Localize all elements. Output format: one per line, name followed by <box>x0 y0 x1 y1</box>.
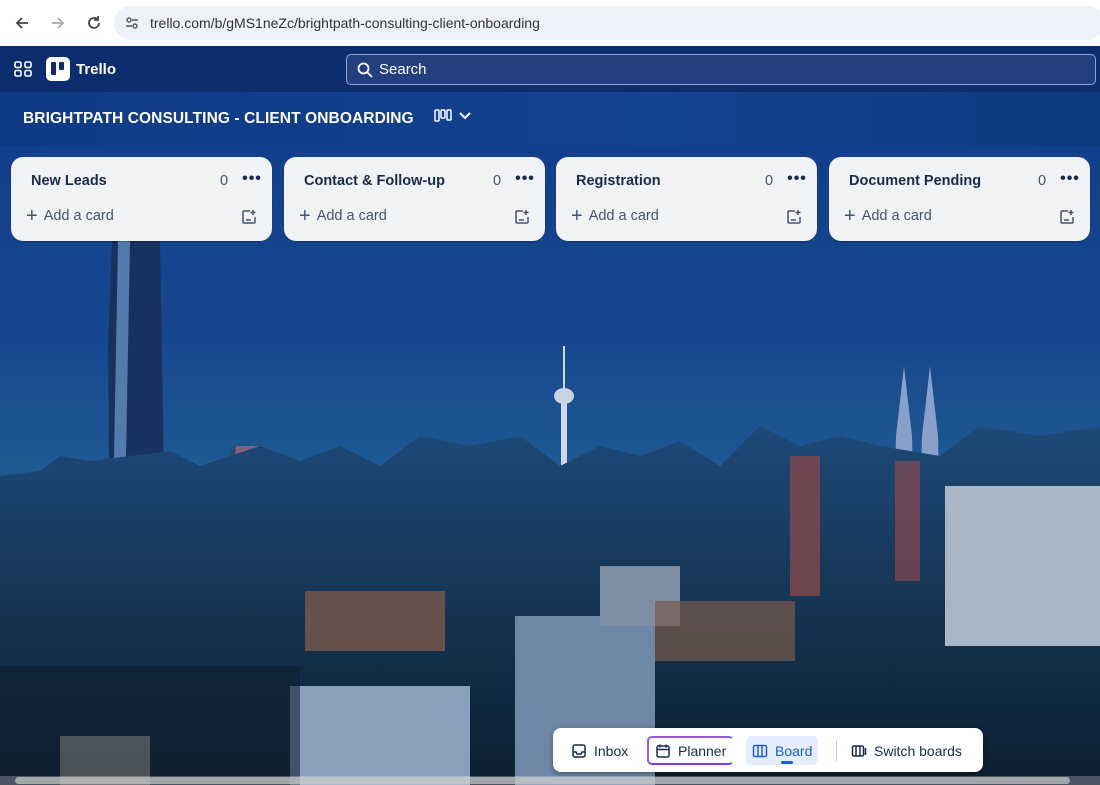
board-title[interactable]: BRIGHTPATH CONSULTING - CLIENT ONBOARDIN… <box>23 110 414 128</box>
board-view-icon <box>434 109 452 122</box>
list-menu-icon[interactable]: ••• <box>1058 169 1082 189</box>
add-card-button[interactable]: + Add a card <box>299 205 387 227</box>
inbox-label: Inbox <box>594 742 629 759</box>
board-header: BRIGHTPATH CONSULTING - CLIENT ONBOARDIN… <box>0 92 1100 146</box>
trello-logo[interactable]: Trello <box>46 57 116 81</box>
list-menu-icon[interactable]: ••• <box>513 169 537 189</box>
list-menu-icon[interactable]: ••• <box>785 169 809 189</box>
board-label: Board <box>775 742 813 759</box>
planner-label: Planner <box>678 742 727 759</box>
trello-logo-icon <box>46 57 70 81</box>
list-new-leads: New Leads 0 ••• + Add a card <box>11 157 272 241</box>
address-bar[interactable]: trello.com/b/gMS1neZc/brightpath-consult… <box>114 6 1100 40</box>
switch-boards-button[interactable]: Switch boards <box>845 736 968 765</box>
app-name: Trello <box>76 60 117 78</box>
app-header: Trello Search <box>0 46 1100 92</box>
planner-button[interactable]: Planner <box>647 736 735 765</box>
card-template-icon[interactable] <box>241 209 257 225</box>
plus-icon: + <box>26 205 38 227</box>
add-card-label: Add a card <box>588 208 659 224</box>
calendar-icon <box>656 744 670 758</box>
reload-icon[interactable] <box>77 6 111 40</box>
board-button[interactable]: Board <box>746 736 819 765</box>
list-title[interactable]: Registration <box>576 173 661 189</box>
site-info-icon[interactable] <box>114 15 150 31</box>
add-card-button[interactable]: + Add a card <box>571 205 659 227</box>
bottom-view-switcher: Inbox Planner Board Switch boards <box>553 728 983 772</box>
list-menu-icon[interactable]: ••• <box>240 169 264 189</box>
search-placeholder: Search <box>379 61 427 78</box>
active-indicator <box>781 761 793 764</box>
card-template-icon[interactable] <box>514 209 530 225</box>
divider <box>836 741 837 761</box>
add-card-label: Add a card <box>43 208 114 224</box>
plus-icon: + <box>571 205 583 227</box>
inbox-icon <box>572 743 586 758</box>
forward-icon[interactable] <box>41 6 75 40</box>
switch-boards-label: Switch boards <box>874 742 962 759</box>
card-count: 0 <box>493 173 502 189</box>
inbox-button[interactable]: Inbox <box>565 736 634 765</box>
list-title[interactable]: Contact & Follow-up <box>304 173 445 189</box>
board-icon <box>752 744 768 757</box>
add-card-label: Add a card <box>861 208 932 224</box>
card-template-icon[interactable] <box>1059 209 1075 225</box>
list-registration: Registration 0 ••• + Add a card <box>556 157 817 241</box>
back-icon[interactable] <box>5 6 39 40</box>
list-title[interactable]: Document Pending <box>849 173 981 189</box>
add-card-button[interactable]: + Add a card <box>26 205 114 227</box>
apps-grid-icon[interactable] <box>14 61 32 77</box>
card-count: 0 <box>220 173 229 189</box>
list-title[interactable]: New Leads <box>31 173 107 189</box>
plus-icon: + <box>844 205 856 227</box>
plus-icon: + <box>299 205 311 227</box>
scroll-thumb[interactable] <box>15 777 1070 784</box>
list-document-pending: Document Pending 0 ••• + Add a card <box>829 157 1090 241</box>
browser-toolbar: trello.com/b/gMS1neZc/brightpath-consult… <box>0 0 1100 46</box>
add-card-button[interactable]: + Add a card <box>844 205 932 227</box>
switch-boards-icon <box>851 744 867 757</box>
search-input[interactable]: Search <box>346 54 1096 85</box>
card-template-icon[interactable] <box>786 209 802 225</box>
card-count: 0 <box>765 173 774 189</box>
url-text: trello.com/b/gMS1neZc/brightpath-consult… <box>150 15 540 31</box>
add-card-label: Add a card <box>316 208 387 224</box>
chevron-down-icon <box>459 112 471 120</box>
card-count: 0 <box>1038 173 1047 189</box>
list-contact-follow-up: Contact & Follow-up 0 ••• + Add a card <box>284 157 545 241</box>
board-background-image <box>0 146 1100 785</box>
horizontal-scrollbar[interactable] <box>0 776 1100 785</box>
board-view-switcher[interactable] <box>434 109 472 123</box>
search-icon <box>357 62 373 78</box>
